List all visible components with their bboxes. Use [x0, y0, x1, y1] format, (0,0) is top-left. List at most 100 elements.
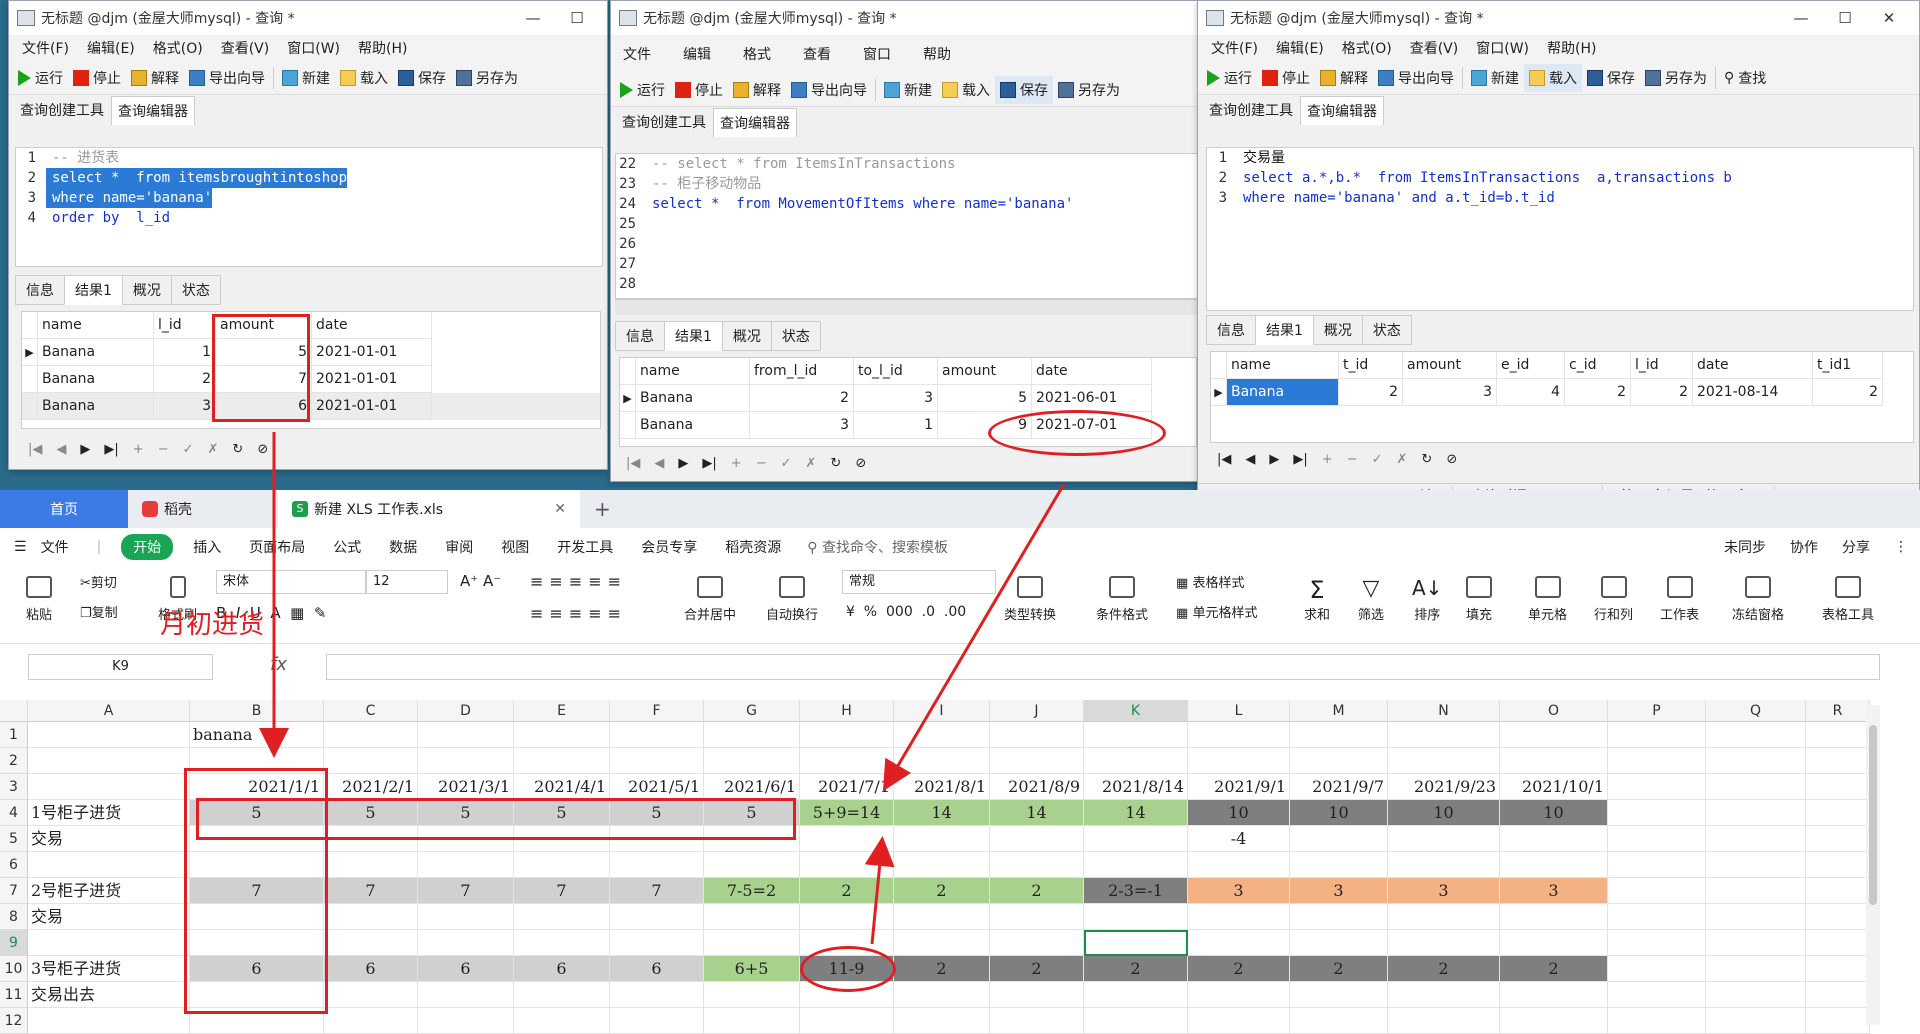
- cell[interactable]: 3: [1290, 878, 1388, 904]
- cell[interactable]: [1388, 1008, 1500, 1034]
- tab-query-builder[interactable]: 查询创建工具: [13, 95, 111, 125]
- cell[interactable]: [1500, 1008, 1608, 1034]
- cell[interactable]: [418, 748, 514, 774]
- cell[interactable]: 7: [418, 878, 514, 904]
- column-header-L[interactable]: L: [1188, 700, 1290, 722]
- cell-button[interactable]: 单元格: [1528, 576, 1567, 623]
- cell[interactable]: [1706, 930, 1806, 956]
- fx-icon[interactable]: fx: [270, 654, 287, 675]
- discard-icon[interactable]: ✗: [208, 442, 219, 457]
- cell[interactable]: [514, 748, 610, 774]
- menu-help[interactable]: 帮助(H): [349, 38, 416, 58]
- cell[interactable]: 2021/9/7: [1290, 774, 1388, 800]
- cell[interactable]: [418, 930, 514, 956]
- col-header[interactable]: amount: [1403, 352, 1497, 379]
- cell[interactable]: [800, 1008, 894, 1034]
- last-record-icon[interactable]: ▶|: [1293, 452, 1307, 467]
- paste-button[interactable]: 粘贴: [26, 576, 52, 623]
- menu-format[interactable]: 格式(O): [144, 38, 212, 58]
- table-row[interactable]: ▶ Banana 2 3 4 2 2 2021-08-14 2: [1211, 379, 1913, 406]
- save-as-button[interactable]: 另存为: [451, 64, 523, 92]
- cell[interactable]: 3: [1388, 878, 1500, 904]
- cell[interactable]: 2: [894, 956, 990, 982]
- maximize-icon[interactable]: ☐: [555, 9, 599, 27]
- refresh-icon[interactable]: ↻: [232, 442, 243, 457]
- tab-xls-file[interactable]: S 新建 XLS 工作表.xls ✕: [278, 490, 580, 528]
- refresh-icon[interactable]: ↻: [1421, 452, 1432, 467]
- worksheet-button[interactable]: 工作表: [1660, 576, 1699, 623]
- load-button[interactable]: 载入: [335, 64, 393, 92]
- row-header-7[interactable]: 7: [0, 878, 28, 904]
- cell[interactable]: [1084, 748, 1188, 774]
- export-wizard-button[interactable]: 导出向导: [1373, 64, 1459, 92]
- row-header-6[interactable]: 6: [0, 852, 28, 878]
- column-header-C[interactable]: C: [324, 700, 418, 722]
- run-button[interactable]: 运行: [13, 64, 68, 92]
- column-header-I[interactable]: I: [894, 700, 990, 722]
- cell[interactable]: [1500, 930, 1608, 956]
- find-button[interactable]: ⚲ 查找: [1719, 64, 1771, 92]
- row-header-9[interactable]: 9: [0, 930, 28, 956]
- column-header-G[interactable]: G: [704, 700, 800, 722]
- export-wizard-button[interactable]: 导出向导: [786, 76, 872, 104]
- last-record-icon[interactable]: ▶|: [104, 442, 118, 457]
- cell[interactable]: [1188, 722, 1290, 748]
- cell[interactable]: 2: [894, 878, 990, 904]
- cell[interactable]: -4: [1188, 826, 1290, 852]
- col-header[interactable]: t_id: [1339, 352, 1403, 379]
- table-row[interactable]: Banana 2 7 2021-01-01: [22, 366, 600, 393]
- column-header-R[interactable]: R: [1806, 700, 1870, 722]
- cell[interactable]: banana: [190, 722, 324, 748]
- cell[interactable]: 2021/2/1: [324, 774, 418, 800]
- cell[interactable]: 3号柜子进货: [28, 956, 190, 982]
- cell[interactable]: [1806, 748, 1870, 774]
- cell[interactable]: [800, 748, 894, 774]
- number-format-select[interactable]: 常规: [842, 570, 996, 594]
- align-icons-2[interactable]: ≡≡≡≡≡: [530, 604, 627, 623]
- cell[interactable]: [28, 852, 190, 878]
- col-header[interactable]: date: [312, 312, 432, 339]
- cell[interactable]: [514, 982, 610, 1008]
- scrollbar-thumb[interactable]: [1869, 725, 1877, 905]
- stop-button[interactable]: 停止: [1257, 64, 1315, 92]
- stop-button[interactable]: 停止: [68, 64, 126, 92]
- apply-icon[interactable]: ✓: [183, 442, 194, 457]
- type-convert-button[interactable]: 类型转换: [1004, 576, 1056, 623]
- row-header-11[interactable]: 11: [0, 982, 28, 1008]
- cell[interactable]: 2021/3/1: [418, 774, 514, 800]
- refresh-icon[interactable]: ↻: [830, 456, 841, 471]
- cell[interactable]: [1706, 852, 1806, 878]
- row-header-10[interactable]: 10: [0, 956, 28, 982]
- conditional-format-button[interactable]: 条件格式: [1096, 576, 1148, 623]
- cell[interactable]: [1388, 852, 1500, 878]
- cell[interactable]: [610, 1008, 704, 1034]
- row-header-3[interactable]: 3: [0, 774, 28, 800]
- cell[interactable]: [1806, 930, 1870, 956]
- cell[interactable]: [324, 852, 418, 878]
- menu-help[interactable]: 帮助(H): [1538, 38, 1605, 58]
- cell[interactable]: [1500, 748, 1608, 774]
- row-header-1[interactable]: 1: [0, 722, 28, 748]
- col-header[interactable]: c_id: [1565, 352, 1631, 379]
- vertical-scrollbar[interactable]: [1866, 705, 1880, 1025]
- cell[interactable]: [1084, 904, 1188, 930]
- cell[interactable]: [28, 930, 190, 956]
- cell[interactable]: [1608, 774, 1706, 800]
- merge-center-button[interactable]: 合并居中: [684, 576, 736, 623]
- discard-icon[interactable]: ✗: [806, 456, 817, 471]
- first-record-icon[interactable]: |◀: [28, 442, 42, 457]
- cell[interactable]: [1388, 930, 1500, 956]
- cell[interactable]: [1806, 722, 1870, 748]
- new-button[interactable]: 新建: [1466, 64, 1524, 92]
- tab-query-builder[interactable]: 查询创建工具: [615, 107, 713, 137]
- prev-record-icon[interactable]: ◀: [1245, 452, 1255, 467]
- menu-file[interactable]: 文件(F): [1202, 38, 1267, 58]
- cell[interactable]: [990, 982, 1084, 1008]
- cell[interactable]: 交易出去: [28, 982, 190, 1008]
- cell[interactable]: [1608, 722, 1706, 748]
- col-header[interactable]: l_id: [154, 312, 216, 339]
- cell[interactable]: 3: [1188, 878, 1290, 904]
- menu-formula[interactable]: 公式: [319, 537, 375, 557]
- number-format-icons[interactable]: ¥ % 000 .0 .00: [846, 604, 966, 620]
- column-header-E[interactable]: E: [514, 700, 610, 722]
